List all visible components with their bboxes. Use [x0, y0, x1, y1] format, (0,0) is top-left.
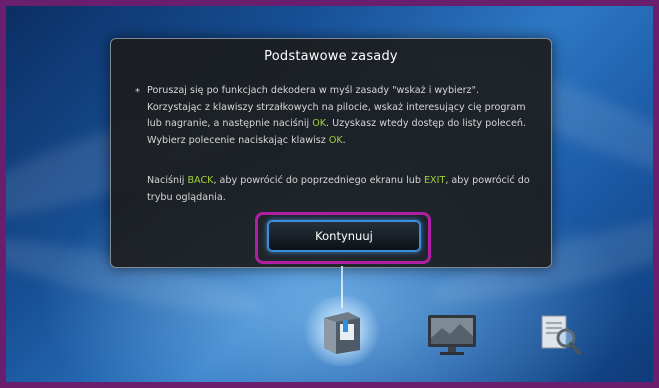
ok-key-label: OK [312, 118, 327, 129]
back-key-label: BACK [187, 175, 214, 186]
guide-book-icon[interactable] [318, 306, 366, 356]
tv-screen: Podstawowe zasady * Poruszaj się po funk… [6, 6, 653, 382]
instruction-text: . [342, 134, 346, 146]
navigation-text: Naciśnij [147, 175, 188, 186]
tv-icon[interactable] [426, 312, 478, 358]
navigation-text: , aby powrócić do poprzedniego ekranu lu… [213, 175, 424, 186]
continue-button-label: Kontynuuj [315, 229, 373, 243]
continue-button[interactable]: Kontynuuj [267, 220, 421, 252]
search-document-icon[interactable] [536, 310, 584, 360]
bullet-marker: * [135, 87, 140, 98]
dialog-title: Podstawowe zasady [264, 49, 398, 64]
exit-key-label: EXIT [423, 175, 446, 186]
navigation-paragraph: Naciśnij BACK, aby powrócić do poprzedni… [147, 173, 532, 206]
rules-dialog: Podstawowe zasady * Poruszaj się po funk… [110, 38, 552, 268]
instruction-paragraph: Poruszaj się po funkcjach dekodera w myś… [147, 83, 532, 149]
ok-key-label: OK [328, 134, 343, 146]
